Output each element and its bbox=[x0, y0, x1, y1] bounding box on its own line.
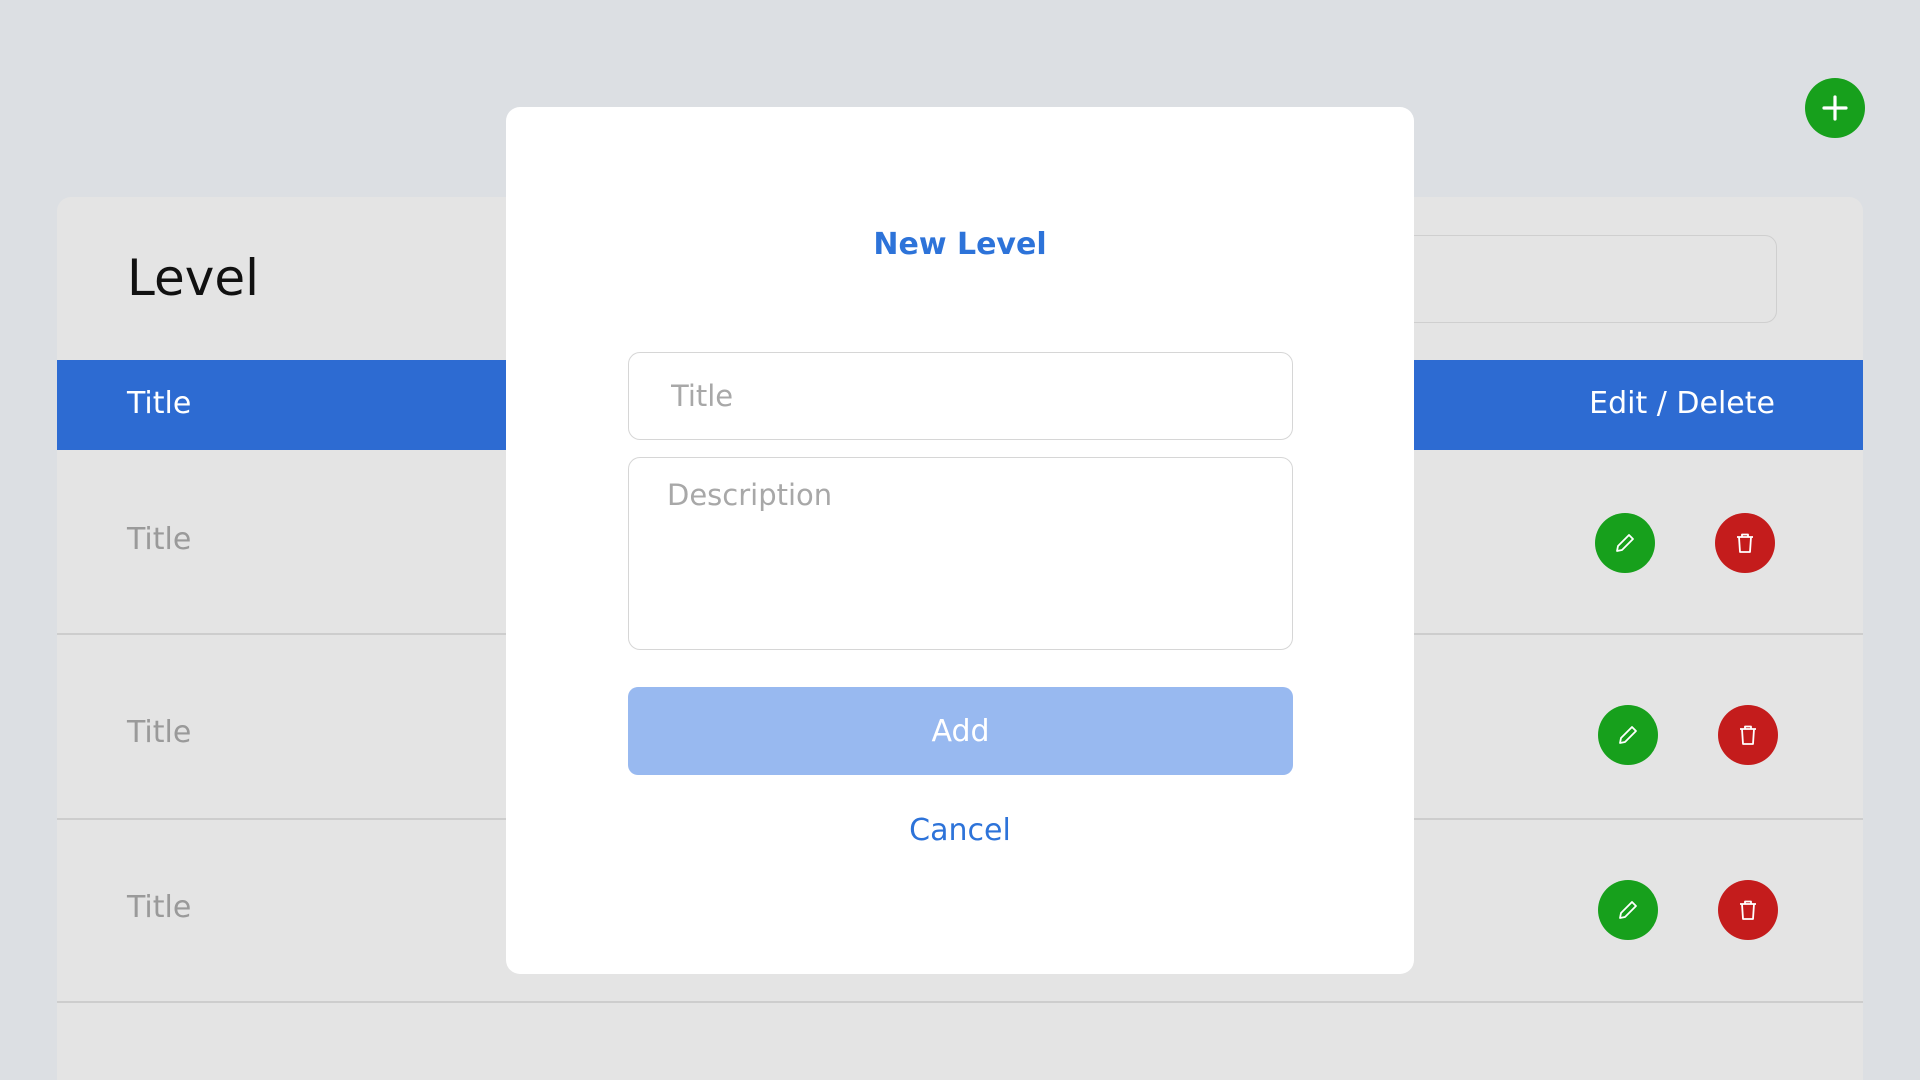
page-title: Level bbox=[127, 249, 259, 307]
row-title: Title bbox=[127, 522, 192, 557]
delete-button[interactable] bbox=[1718, 705, 1778, 765]
plus-icon bbox=[1822, 95, 1848, 121]
column-header-actions: Edit / Delete bbox=[1589, 386, 1775, 421]
title-input[interactable] bbox=[628, 352, 1293, 440]
delete-button[interactable] bbox=[1718, 880, 1778, 940]
description-textarea[interactable] bbox=[628, 457, 1293, 650]
modal-title: New Level bbox=[873, 227, 1047, 262]
new-level-modal: New Level Add Cancel bbox=[506, 107, 1414, 974]
trash-icon bbox=[1737, 533, 1753, 553]
trash-icon bbox=[1740, 900, 1756, 920]
add-level-fab-button[interactable] bbox=[1805, 78, 1865, 138]
edit-button[interactable] bbox=[1595, 513, 1655, 573]
pencil-icon bbox=[1616, 534, 1634, 552]
trash-icon bbox=[1740, 725, 1756, 745]
pencil-icon bbox=[1619, 726, 1637, 744]
row-title: Title bbox=[127, 890, 192, 925]
add-button[interactable]: Add bbox=[628, 687, 1293, 775]
row-title: Title bbox=[127, 715, 192, 750]
pencil-icon bbox=[1619, 901, 1637, 919]
delete-button[interactable] bbox=[1715, 513, 1775, 573]
cancel-link[interactable]: Cancel bbox=[506, 813, 1414, 848]
column-header-title: Title bbox=[127, 386, 192, 421]
edit-button[interactable] bbox=[1598, 880, 1658, 940]
level-page: Level Title Edit / Delete Title Title Ti… bbox=[0, 0, 1920, 1080]
edit-button[interactable] bbox=[1598, 705, 1658, 765]
